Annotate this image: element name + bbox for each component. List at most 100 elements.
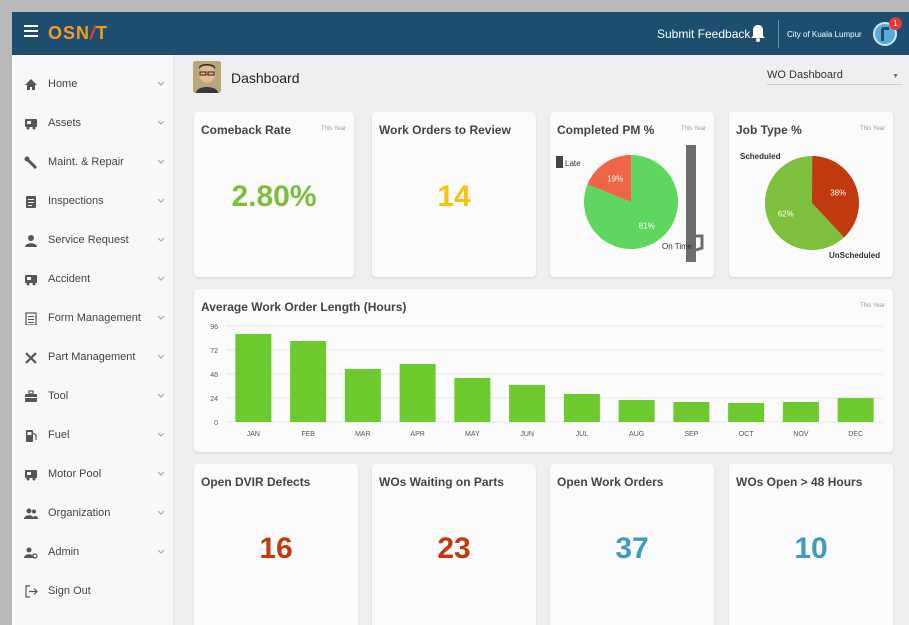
x-tick-label: JUN — [520, 431, 534, 438]
submit-feedback-link[interactable]: Submit Feedback — [657, 27, 750, 41]
sidebar-item-tool[interactable]: Tool — [12, 377, 174, 416]
sidebar-item-assets[interactable]: Assets — [12, 104, 174, 143]
wos-open-48-card: WOs Open > 48 Hours 10 — [729, 464, 893, 625]
group-icon — [24, 508, 38, 519]
sidebar-item-label: Admin — [48, 546, 80, 558]
divider — [778, 20, 779, 48]
chevron-down-icon — [157, 81, 165, 86]
bar-oct[interactable] — [728, 403, 765, 422]
sidebar-item-inspections[interactable]: Inspections — [12, 182, 174, 221]
menu-icon[interactable] — [24, 25, 38, 39]
dashboard-select[interactable]: WO Dashboard ▼ — [767, 67, 903, 85]
wos-waiting-parts-card: WOs Waiting on Parts 23 — [372, 464, 536, 625]
x-tick-label: OCT — [739, 431, 755, 438]
sidebar-item-label: Inspections — [48, 195, 104, 207]
x-tick-label: JAN — [247, 431, 260, 438]
x-tick-label: APR — [410, 431, 424, 438]
wrench-icon — [24, 156, 38, 169]
bar-jan[interactable] — [235, 334, 272, 422]
work-orders-review-value: 14 — [437, 180, 471, 213]
open-dvir-defects-card: Open DVIR Defects 16 — [194, 464, 358, 625]
chevron-down-icon — [157, 198, 165, 203]
sidebar-item-sign-out[interactable]: Sign Out — [12, 572, 174, 611]
sidebar-item-form-management[interactable]: Form Management — [12, 299, 174, 338]
bar-feb[interactable] — [290, 341, 327, 422]
sidebar-item-label: Motor Pool — [48, 468, 102, 480]
sidebar-item-admin[interactable]: Admin — [12, 533, 174, 572]
sidebar-item-label: Maint. & Repair — [48, 156, 124, 168]
late-legend-label: Late — [565, 159, 581, 168]
chevron-down-icon — [157, 432, 165, 437]
x-tick-label: MAY — [465, 431, 480, 438]
wos-waiting-parts-value: 23 — [437, 532, 471, 565]
chevron-down-icon — [157, 549, 165, 554]
scheduled-pct-label: 62% — [778, 209, 794, 218]
notification-badge: 1 — [889, 17, 902, 30]
sidebar-item-part-management[interactable]: Part Management — [12, 338, 174, 377]
x-tick-label: FEB — [301, 431, 315, 438]
y-tick-label: 24 — [210, 396, 218, 403]
chevron-down-icon — [157, 276, 165, 281]
comeback-rate-card: Comeback Rate This Year 2.80% — [194, 112, 354, 277]
organization-selector[interactable]: City of Kuala Lumpur — [787, 30, 862, 39]
app-logo[interactable]: OSN/T — [48, 23, 108, 44]
truck-icon — [25, 119, 37, 130]
bar-dec[interactable] — [837, 398, 874, 422]
chevron-down-icon — [157, 159, 165, 164]
x-tick-label: JUL — [576, 431, 589, 438]
caret-down-icon: ▼ — [892, 73, 899, 80]
sidebar-item-motor-pool[interactable]: Motor Pool — [12, 455, 174, 494]
sidebar-item-fuel[interactable]: Fuel — [12, 416, 174, 455]
work-orders-review-card: Work Orders to Review 14 — [372, 112, 536, 277]
open-work-orders-value: 37 — [615, 532, 649, 565]
bar-jun[interactable] — [509, 385, 546, 422]
bar-nov[interactable] — [782, 402, 819, 422]
completed-pm-pie-chart: Late 19% 81% On Time — [556, 145, 704, 262]
fuel-icon — [26, 430, 37, 442]
sidebar-item-organization[interactable]: Organization — [12, 494, 174, 533]
scheduled-label: Scheduled — [740, 152, 781, 161]
x-tick-label: AUG — [629, 431, 644, 438]
sidebar-item-home[interactable]: Home — [12, 65, 174, 104]
toolbox-icon — [25, 390, 37, 402]
bar-jul[interactable] — [563, 394, 600, 422]
x-tick-label: SEP — [684, 431, 698, 438]
chevron-down-icon — [157, 237, 165, 242]
comeback-rate-value: 2.80% — [231, 180, 317, 213]
sidebar-item-maint-repair[interactable]: Maint. & Repair — [12, 143, 174, 182]
bar-sep[interactable] — [673, 402, 710, 422]
bar-aug[interactable] — [618, 400, 655, 422]
sidebar-item-label: Accident — [48, 273, 91, 285]
bar-mar[interactable] — [344, 369, 381, 422]
chevron-down-icon — [157, 354, 165, 359]
tools-icon — [25, 352, 37, 364]
sidebar-item-label: Form Management — [48, 312, 141, 324]
sidebar-item-label: Part Management — [48, 351, 136, 363]
bar-apr[interactable] — [399, 364, 436, 422]
sign-out-icon — [25, 585, 38, 598]
card-title: WOs Waiting on Parts — [379, 475, 504, 489]
card-title: Open Work Orders — [557, 475, 664, 489]
late-pct-label: 19% — [607, 175, 623, 184]
unscheduled-label: UnScheduled — [829, 251, 880, 260]
ontime-legend-label: On Time — [662, 242, 693, 251]
main-content: Dashboard WO Dashboard ▼ Comeback Rate T… — [174, 55, 909, 625]
chevron-down-icon — [157, 471, 165, 476]
bell-icon[interactable] — [749, 23, 767, 43]
app-window: OSN/T Submit Feedback City of Kuala Lump… — [12, 12, 909, 625]
y-tick-label: 72 — [210, 348, 218, 355]
card-title: Comeback Rate — [201, 123, 292, 137]
sidebar-item-label: Service Request — [48, 234, 129, 246]
bar-may[interactable] — [454, 378, 491, 422]
y-tick-label: 0 — [214, 420, 218, 427]
clipboard-icon — [26, 196, 36, 208]
top-bar: OSN/T Submit Feedback City of Kuala Lump… — [12, 12, 909, 55]
admin-icon — [24, 547, 38, 559]
sidebar-item-label: Fuel — [48, 429, 70, 441]
chevron-down-icon — [157, 510, 165, 515]
sidebar-item-service-request[interactable]: Service Request — [12, 221, 174, 260]
sidebar-item-label: Home — [48, 78, 78, 90]
sidebar-item-accident[interactable]: Accident — [12, 260, 174, 299]
home-icon — [25, 79, 37, 90]
avg-work-order-length-card: Average Work Order Length (Hours) This Y… — [194, 289, 893, 452]
